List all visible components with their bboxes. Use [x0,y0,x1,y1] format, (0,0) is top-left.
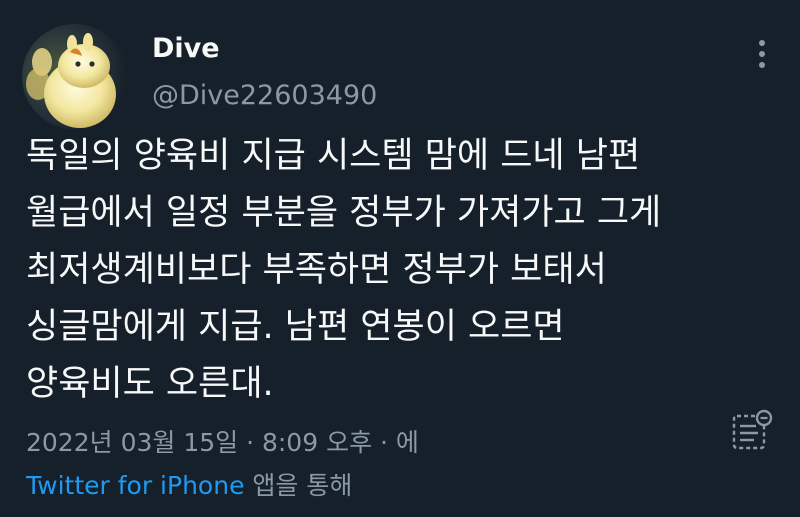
tweet-text-line: 월급에서 일정 부분을 정부가 가져가고 그게 [26,193,662,233]
user-handle[interactable]: @Dive22603490 [152,80,377,111]
tweet-timestamp[interactable]: 2022년 03월 15일 · 8:09 오후 · 에 [26,423,419,459]
tweet-text-line: 독일의 양육비 지급 시스템 맘에 드네 남편 [26,136,641,176]
translate-icon[interactable] [730,408,776,454]
avatar[interactable] [22,24,127,129]
more-vertical-icon[interactable] [750,36,774,72]
tweet-text-line: 최저생계비보다 부족하면 정부가 보태서 [26,250,607,290]
moomin-avatar-icon [22,24,127,129]
tweet-text: 독일의 양육비 지급 시스템 맘에 드네 남편 월급에서 일정 부분을 정부가 … [26,128,776,413]
tweet-text-line: 싱글맘에게 지급. 남편 연봉이 오르면 [26,307,565,347]
tweet-card: Dive @Dive22603490 독일의 양육비 지급 시스템 맘에 드네 … [0,0,800,517]
tweet-text-line: 양육비도 오른대. [26,364,274,404]
source-suffix: 앱을 통해 [252,471,353,500]
source-app-link[interactable]: Twitter for iPhone [26,471,244,500]
display-name[interactable]: Dive [152,33,220,64]
translate-icon-glyph [732,409,773,450]
tweet-source: Twitter for iPhone 앱을 통해 [26,466,352,502]
